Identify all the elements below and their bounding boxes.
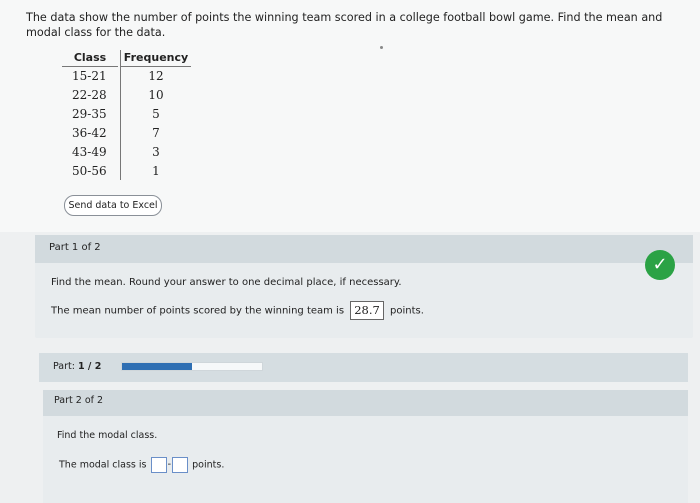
- part1-header: Part 1 of 2: [35, 235, 693, 263]
- check-icon: ✓: [645, 250, 675, 280]
- part1-instruction: Find the mean. Round your answer to one …: [51, 277, 402, 288]
- decorative-dot: [380, 46, 383, 49]
- class-cell: 36-42: [72, 126, 107, 140]
- mean-answer-input[interactable]: 28.7: [350, 301, 384, 320]
- modal-class-lower-input[interactable]: [150, 457, 167, 473]
- problem-statement-area: The data show the number of points the w…: [0, 0, 700, 232]
- progress-value: 1 / 2: [78, 361, 102, 372]
- mean-answer-prefix: The mean number of points scored by the …: [51, 305, 345, 317]
- frequency-cell: 7: [152, 126, 160, 140]
- frequency-cell: 1: [152, 164, 160, 178]
- send-to-excel-button[interactable]: Send data to Excel: [64, 195, 162, 216]
- progress-label-text: Part:: [53, 361, 75, 372]
- part1-answer-row: The mean number of points scored by the …: [51, 301, 424, 322]
- progress-bar-fill: [122, 363, 192, 370]
- class-cell: 43-49: [72, 145, 107, 159]
- frequency-cell: 12: [148, 69, 164, 83]
- frequency-cell: 3: [152, 145, 160, 159]
- mean-answer-suffix: points.: [390, 305, 424, 317]
- part1-heading: Part 1 of 2: [49, 242, 101, 253]
- frequency-cell: 10: [148, 88, 164, 102]
- part2-panel: Part 2 of 2 Find the modal class. The mo…: [43, 390, 688, 503]
- modal-class-separator: -: [167, 459, 172, 470]
- frequency-cell: 5: [152, 107, 160, 121]
- part-progress: Part: 1 / 2: [39, 353, 688, 382]
- part2-answer-row: The modal class is - points.: [59, 456, 224, 475]
- modal-answer-prefix: The modal class is: [59, 459, 147, 471]
- class-cell: 22-28: [72, 88, 107, 102]
- class-header: Class: [62, 50, 118, 67]
- part2-heading: Part 2 of 2: [54, 395, 104, 406]
- class-cell: 15-21: [72, 69, 107, 83]
- progress-label: Part: 1 / 2: [53, 361, 101, 372]
- part2-instruction: Find the modal class.: [57, 430, 158, 441]
- modal-class-upper-input[interactable]: [172, 457, 189, 473]
- part2-header: Part 2 of 2: [43, 390, 688, 416]
- class-cell: 29-35: [72, 107, 107, 121]
- frequency-column: Frequency 12 10 5 7 3 1: [120, 50, 191, 180]
- frequency-header: Frequency: [121, 50, 191, 67]
- part1-panel: Part 1 of 2 Find the mean. Round your an…: [35, 235, 693, 338]
- progress-bar: [121, 362, 263, 371]
- class-column: Class 15-21 22-28 29-35 36-42 43-49 50-5…: [62, 50, 118, 181]
- problem-text: The data show the number of points the w…: [26, 11, 663, 39]
- class-cell: 50-56: [72, 164, 107, 178]
- modal-answer-suffix: points.: [192, 459, 225, 471]
